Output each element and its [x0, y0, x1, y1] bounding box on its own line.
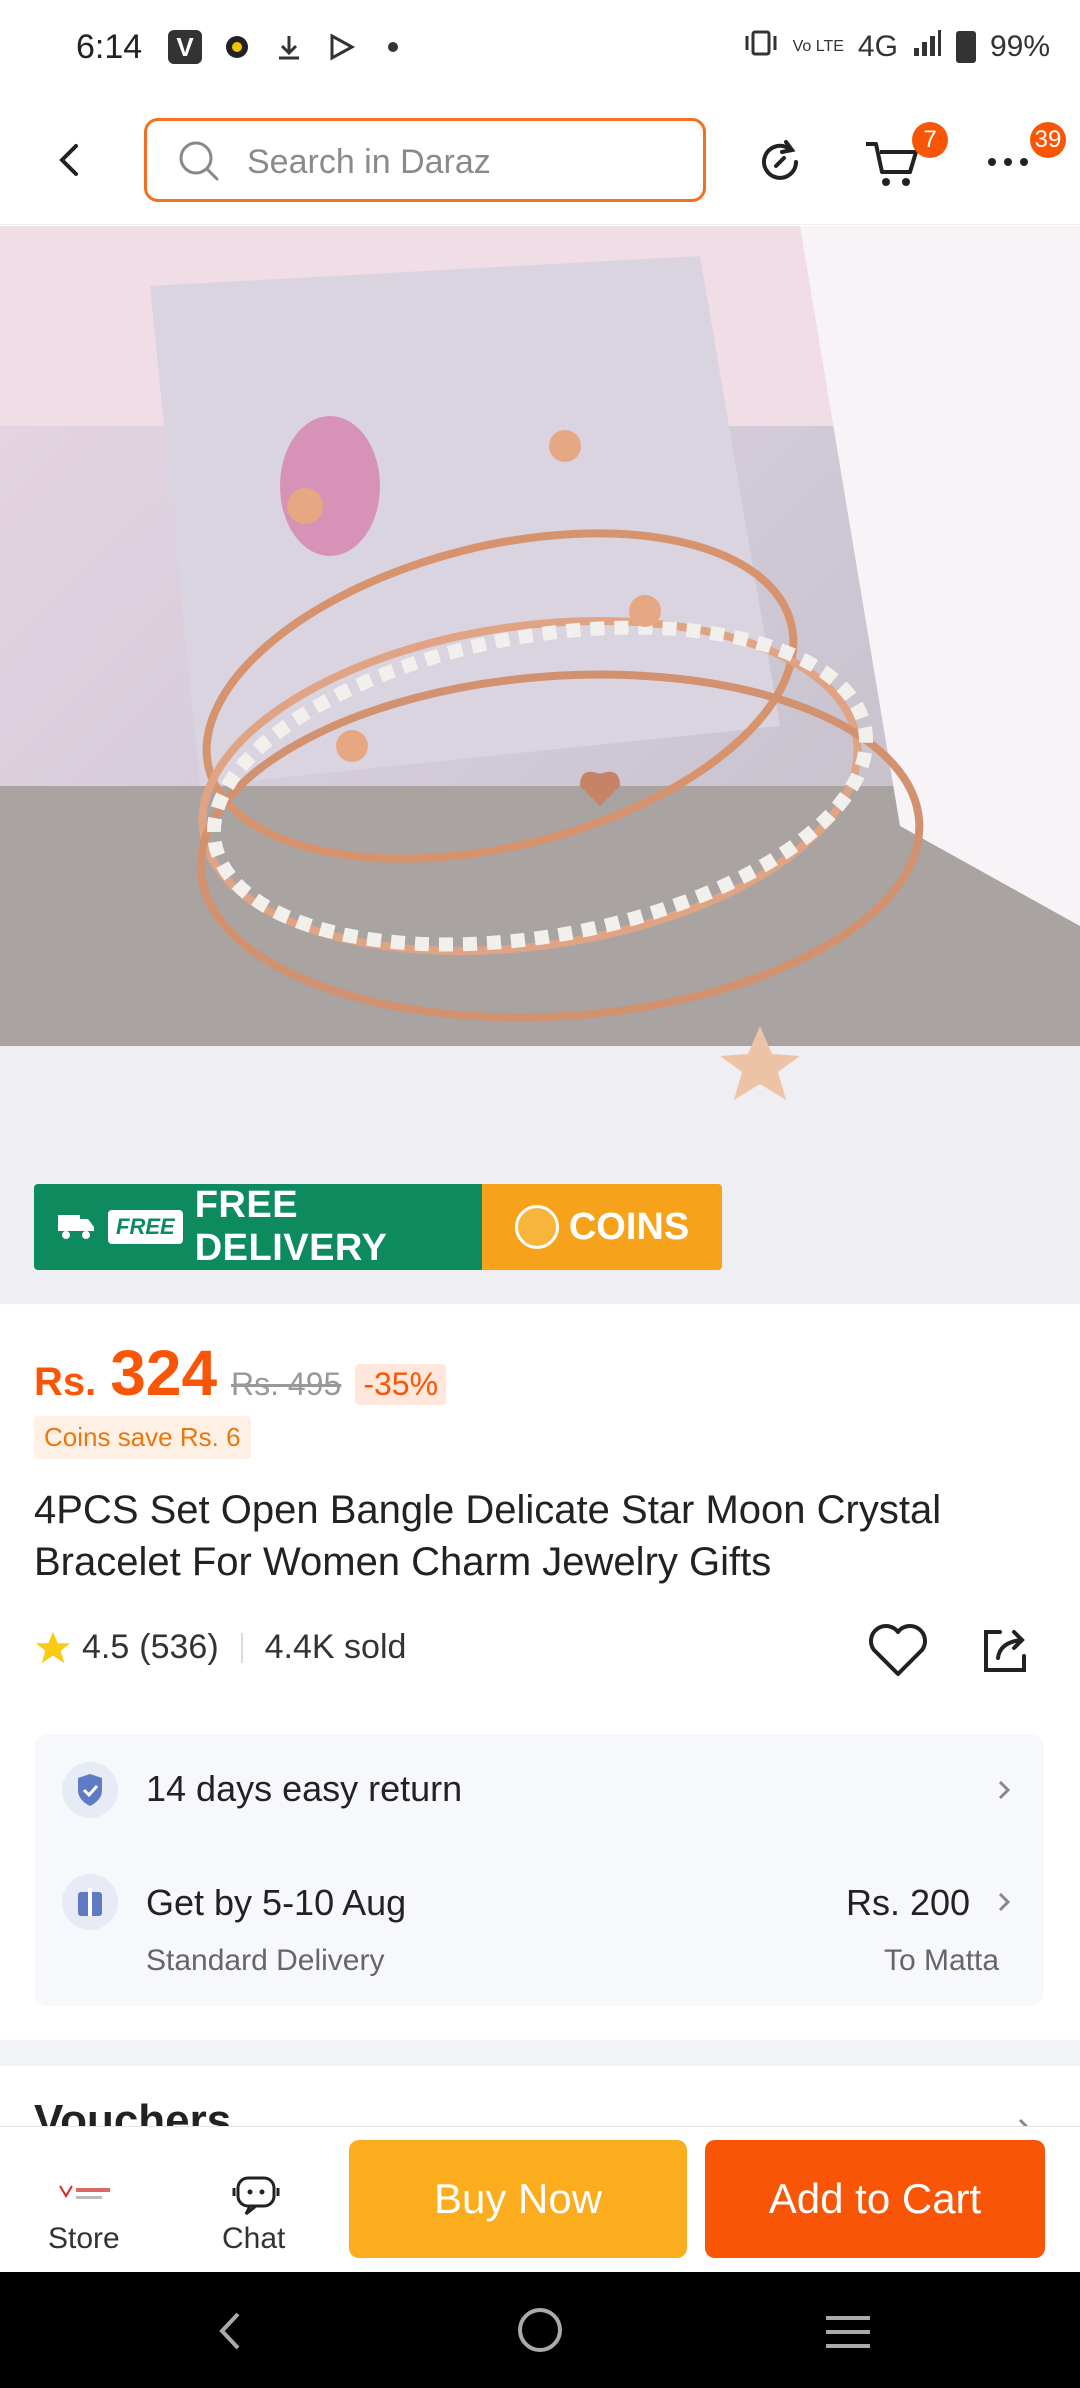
discount-badge: -35% [355, 1364, 447, 1405]
chevron-right-icon[interactable] [990, 1774, 1018, 1806]
delivery-truck-icon [56, 1209, 96, 1246]
system-recents-button[interactable] [820, 2310, 876, 2354]
coins-text: COINS [568, 1205, 690, 1248]
star-icon [35, 1631, 71, 1663]
search-input[interactable]: Search in Daraz [144, 118, 706, 202]
share-icon [984, 1630, 1026, 1672]
return-policy-text[interactable]: 14 days easy return [146, 1768, 462, 1810]
store-logo-icon[interactable] [56, 2180, 112, 2206]
app-notification-icon [220, 30, 254, 64]
price-value: 324 [110, 1337, 218, 1409]
status-time: 6:14 [76, 28, 143, 66]
battery-level: 99% [989, 30, 1050, 63]
product-title: 4PCS Set Open Bangle Delicate Star Moon … [34, 1488, 942, 1584]
system-home-icon [518, 2308, 562, 2352]
status-notification-icons: V [168, 30, 410, 64]
play-store-icon [324, 30, 358, 64]
back-arrow-icon [59, 144, 78, 176]
volte-label: Vo LTE [792, 38, 844, 55]
buy-now-button[interactable]: Buy Now [349, 2140, 687, 2258]
coins-badge: COINS [482, 1184, 722, 1270]
bracelet-photo-illustration [0, 226, 1080, 1304]
coins-save-tag: Coins save Rs. 6 [34, 1416, 251, 1459]
heart-icon [869, 1624, 927, 1676]
refresh-icon [762, 140, 798, 180]
system-back-icon [219, 2312, 240, 2350]
price-currency: Rs. [34, 1360, 97, 1404]
rating-divider [240, 1632, 243, 1663]
refresh-button[interactable] [752, 134, 808, 190]
price-row: Rs. 324 Rs. 495 -35% [34, 1336, 447, 1410]
vibrate-icon [743, 28, 779, 66]
network-label: 4G [857, 30, 898, 63]
free-delivery-text: FREE DELIVERY [194, 1184, 388, 1269]
vpn-icon: V [168, 30, 202, 64]
search-placeholder: Search in Daraz [247, 143, 491, 181]
review-count: (536) [139, 1628, 219, 1666]
download-icon [272, 30, 306, 64]
signal-icon [912, 28, 942, 66]
delivery-type: Standard Delivery [146, 1944, 385, 1977]
wishlist-button[interactable] [866, 1620, 930, 1680]
cart-count-badge: 7 [912, 122, 948, 158]
more-notifications-dot-icon [376, 30, 410, 64]
section-divider [0, 2040, 1080, 2066]
delivery-estimate[interactable]: Get by 5-10 Aug [146, 1882, 406, 1924]
free-delivery-badge: FREE FREE DELIVERY [34, 1184, 482, 1270]
rating-row[interactable]: 4.5 (536) 4.4K sold [34, 1628, 406, 1667]
promo-banner: FREE FREE DELIVERY COINS [34, 1184, 722, 1270]
search-icon [179, 141, 219, 181]
delivery-price: Rs. 200 [846, 1882, 971, 1923]
system-recents-icon [826, 2316, 870, 2348]
sold-count: 4.4K sold [264, 1628, 407, 1666]
delivery-gift-icon [60, 1872, 120, 1932]
coin-icon [514, 1205, 559, 1249]
system-back-button[interactable] [210, 2306, 250, 2356]
product-image[interactable] [0, 226, 1080, 1304]
back-button[interactable] [50, 140, 90, 180]
system-home-button[interactable] [512, 2302, 568, 2358]
rating-value: 4.5 [82, 1628, 130, 1666]
share-button[interactable] [976, 1622, 1032, 1678]
return-policy-icon [60, 1760, 120, 1820]
original-price: Rs. 495 [231, 1366, 342, 1402]
chevron-right-icon[interactable] [990, 1886, 1018, 1918]
status-system-icons: Vo LTE 4G 99% [743, 28, 1050, 66]
chat-icon[interactable] [228, 2166, 284, 2222]
free-tag: FREE [108, 1210, 183, 1244]
battery-icon [955, 31, 976, 63]
store-button-label[interactable]: Store [48, 2222, 120, 2256]
notifications-count-badge: 39 [1030, 122, 1066, 158]
add-to-cart-button[interactable]: Add to Cart [705, 2140, 1045, 2258]
delivery-location: To Matta [884, 1944, 1000, 1977]
chat-button-label[interactable]: Chat [222, 2222, 285, 2256]
